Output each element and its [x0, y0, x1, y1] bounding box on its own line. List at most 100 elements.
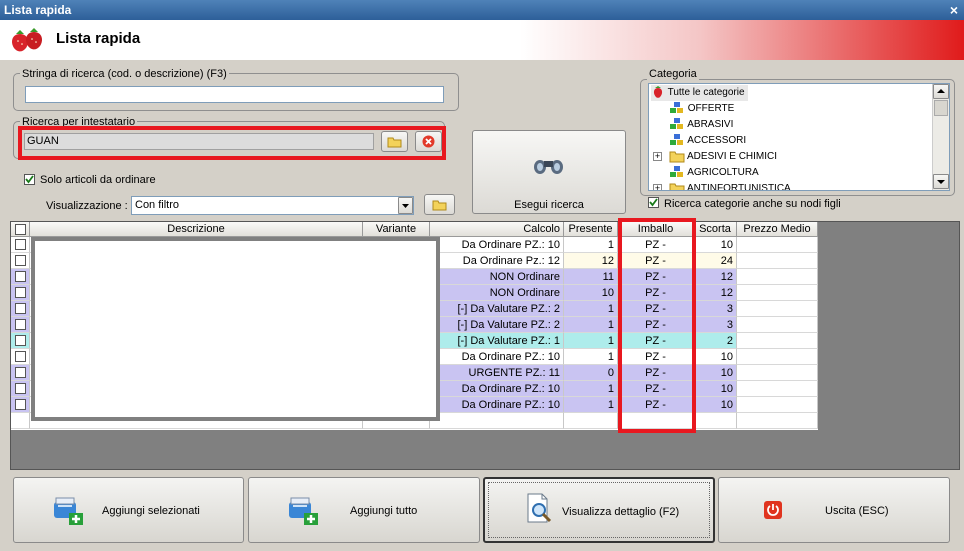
row-checkbox[interactable] [14, 271, 26, 282]
expand-icon[interactable]: + [653, 183, 662, 190]
cubes-icon [670, 118, 683, 130]
row-checkbox[interactable] [14, 287, 26, 298]
window-titlebar: Lista rapida [0, 0, 964, 20]
row-checkbox[interactable] [14, 399, 26, 410]
check-icon [649, 198, 658, 207]
cubes-icon [670, 166, 683, 178]
row-checkbox-cell[interactable] [11, 317, 30, 333]
row-checkbox-cell[interactable] [11, 285, 30, 301]
col-variante[interactable]: Variante [363, 222, 430, 237]
tree-item-abrasivi[interactable]: ABRASIVI [669, 117, 733, 133]
scroll-down-button[interactable] [933, 174, 949, 189]
execute-search-button[interactable]: Esegui ricerca [472, 130, 626, 214]
view-folder-button[interactable] [424, 194, 455, 215]
cell-prezzo [737, 397, 818, 413]
empty-cell [564, 413, 618, 429]
row-checkbox-cell[interactable] [11, 269, 30, 285]
row-checkbox[interactable] [14, 383, 26, 394]
cell-presente: 1 [564, 349, 618, 365]
cell-prezzo [737, 285, 818, 301]
chevron-up-icon [937, 89, 945, 93]
col-scorta[interactable]: Scorta [694, 222, 737, 237]
chevron-down-icon [937, 180, 945, 184]
only-to-order-checkbox[interactable] [24, 174, 35, 185]
select-all-checkbox[interactable] [14, 224, 26, 235]
row-checkbox[interactable] [14, 255, 26, 266]
row-checkbox-cell[interactable] [11, 397, 30, 413]
holder-clear-button[interactable] [415, 131, 442, 152]
row-checkbox[interactable] [14, 319, 26, 330]
cell-presente: 1 [564, 317, 618, 333]
row-checkbox-cell[interactable] [11, 253, 30, 269]
col-prezzo-medio[interactable]: Prezzo Medio [737, 222, 818, 237]
view-select[interactable]: Con filtro [131, 196, 414, 215]
cell-scorta: 3 [694, 317, 737, 333]
add-cart-icon [54, 497, 83, 525]
strawberry-icon [653, 86, 663, 99]
close-icon[interactable]: × [950, 1, 958, 19]
row-checkbox[interactable] [14, 351, 26, 362]
cell-presente: 1 [564, 333, 618, 349]
description-mask [31, 237, 440, 421]
empty-cell [694, 413, 737, 429]
holder-input[interactable]: GUAN [24, 133, 374, 150]
expand-icon[interactable]: + [653, 151, 662, 161]
row-checkbox-cell[interactable] [11, 333, 30, 349]
cell-prezzo [737, 317, 818, 333]
cell-scorta: 10 [694, 237, 737, 253]
cell-prezzo [737, 349, 818, 365]
row-checkbox-cell[interactable] [11, 365, 30, 381]
row-checkbox-cell[interactable] [11, 349, 30, 365]
folder-icon [387, 137, 402, 148]
row-checkbox[interactable] [14, 367, 26, 378]
cell-presente: 0 [564, 365, 618, 381]
tree-item-label: ANTINFORTUNISTICA [687, 183, 791, 191]
exit-button[interactable]: Uscita (ESC) [718, 477, 950, 543]
highlight-box-imballo [618, 218, 696, 433]
tree-item-offerte[interactable]: OFFERTE [669, 101, 734, 117]
tree-item-agricoltura[interactable]: AGRICOLTURA [669, 165, 759, 181]
row-checkbox-cell[interactable] [11, 381, 30, 397]
row-checkbox[interactable] [14, 335, 26, 346]
cell-presente: 11 [564, 269, 618, 285]
cell-scorta: 10 [694, 381, 737, 397]
cell-calcolo: Da Ordinare PZ.: 10 [430, 237, 564, 253]
search-label: Stringa di ricerca (cod. o descrizione) … [20, 68, 229, 80]
category-scrollbar[interactable] [932, 84, 949, 190]
col-calcolo[interactable]: Calcolo [430, 222, 564, 237]
clear-x-icon [422, 135, 435, 148]
header-select-all[interactable] [11, 222, 30, 237]
col-presente[interactable]: Presente [564, 222, 618, 237]
subnodes-label: Ricerca categorie anche su nodi figli [664, 198, 841, 210]
results-grid[interactable]: Descrizione Variante Calcolo Presente Im… [11, 222, 818, 430]
exit-label: Uscita (ESC) [825, 505, 889, 517]
empty-cell [11, 413, 30, 429]
tree-item-antinfortunistica[interactable]: + ANTINFORTUNISTICA [653, 181, 791, 191]
row-checkbox-cell[interactable] [11, 301, 30, 317]
subnodes-checkbox[interactable] [648, 197, 659, 208]
add-selected-label: Aggiungi selezionati [102, 505, 200, 517]
holder-browse-button[interactable] [381, 131, 408, 152]
tree-item-all[interactable]: Tutte le categorie [651, 85, 748, 101]
view-dropdown-button[interactable] [398, 197, 413, 214]
cell-scorta: 2 [694, 333, 737, 349]
col-descrizione[interactable]: Descrizione [30, 222, 363, 237]
empty-cell [737, 413, 818, 429]
category-label: Categoria [647, 68, 699, 80]
scroll-up-button[interactable] [933, 84, 949, 99]
tree-item-adesivi[interactable]: + ADESIVI E CHIMICI [653, 149, 777, 165]
tree-item-accessori[interactable]: ACCESSORI [669, 133, 746, 149]
scroll-thumb[interactable] [934, 100, 948, 116]
add-all-button[interactable]: Aggiungi tutto [248, 477, 480, 543]
row-checkbox[interactable] [14, 303, 26, 314]
tree-item-label: ABRASIVI [687, 119, 734, 130]
search-input[interactable] [25, 86, 444, 103]
category-tree[interactable]: Tutte le categorie OFFERTE ABRASIVI ACCE… [648, 83, 950, 191]
cell-scorta: 24 [694, 253, 737, 269]
only-to-order-label: Solo articoli da ordinare [40, 174, 156, 186]
row-checkbox[interactable] [14, 239, 26, 250]
row-checkbox-cell[interactable] [11, 237, 30, 253]
cell-calcolo: NON Ordinare [430, 285, 564, 301]
view-detail-button[interactable]: Visualizza dettaglio (F2) [483, 477, 715, 543]
add-selected-button[interactable]: Aggiungi selezionati [13, 477, 244, 543]
